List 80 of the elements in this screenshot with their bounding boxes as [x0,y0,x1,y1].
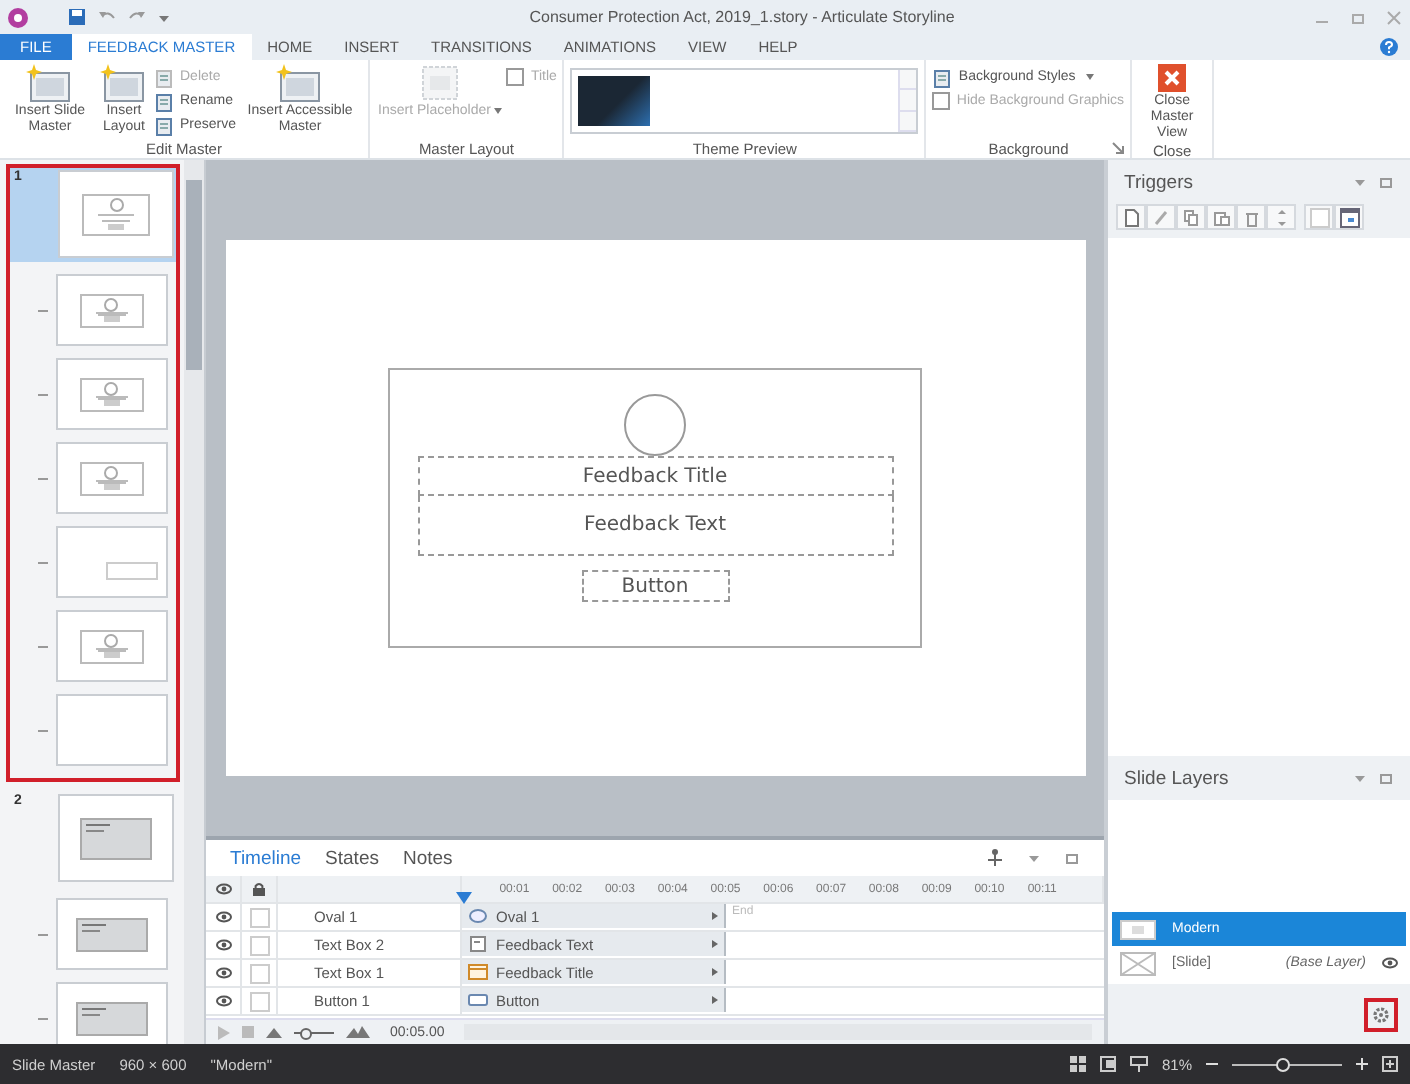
normal-view-icon[interactable] [1099,1056,1116,1072]
trash-icon[interactable] [1241,207,1261,227]
gallery-scrollbar [898,70,917,132]
restore-icon[interactable] [1064,850,1080,866]
close-icon[interactable] [1386,9,1402,25]
feedback-title-box: Feedback Title [417,456,893,496]
slide-button[interactable]: Button [581,570,729,602]
play-icon[interactable] [218,1025,230,1039]
feedback-text-box: Feedback Text [417,496,893,556]
copy-icon[interactable] [1181,207,1201,227]
lock-toggle[interactable] [249,907,269,927]
layer-thumbnail-icon [1120,919,1156,939]
master-thumbnail [58,794,174,882]
eye-icon[interactable] [215,994,231,1008]
caret-icon[interactable] [1354,176,1366,188]
slide-layout-icon [100,64,148,102]
lock-icon[interactable] [252,882,266,896]
oval-shape [624,394,686,456]
grid-view-icon[interactable] [1069,1056,1086,1072]
window-title: Consumer Protection Act, 2019_1.story - Articulate Storyline [527,8,957,26]
preview-icon[interactable] [1129,1056,1148,1072]
eye-icon[interactable] [1382,956,1398,970]
layout-thumbnail[interactable] [56,898,168,970]
layout-thumbnail[interactable] [56,358,168,430]
layout-thumbnail[interactable] [56,442,168,514]
eye-icon[interactable] [215,882,231,896]
new-page-icon[interactable] [1121,207,1141,227]
layout-thumbnail[interactable] [56,982,168,1044]
fit-icon[interactable] [1382,1056,1398,1072]
title-box-icon [468,964,488,980]
caret-icon[interactable] [1354,772,1366,784]
launcher-icon[interactable] [1112,142,1125,154]
eye-icon[interactable] [215,938,231,952]
layout-thumbnail[interactable] [56,610,168,682]
layout-thumbnail[interactable] [56,694,168,766]
timeline-tab[interactable]: Timeline [230,847,302,869]
document-icon [154,91,174,111]
document-icon [154,115,174,135]
panel-title: Slide Layers [1124,767,1231,789]
zoom-out-icon[interactable] [266,1027,282,1037]
master-thumbnail [58,170,174,258]
theme-thumbnail [578,76,651,126]
plus-icon[interactable] [1356,1058,1368,1070]
gear-icon [1372,1005,1390,1023]
lock-toggle[interactable] [249,963,269,983]
eye-icon[interactable] [215,966,231,980]
caret-icon[interactable] [158,11,170,23]
slide-layout-icon [26,64,74,102]
empty-slide-icon [1120,951,1156,975]
window-icon[interactable] [1339,207,1359,227]
slide-layout-icon [276,64,325,102]
restore-icon[interactable] [1350,9,1366,25]
playhead-icon[interactable] [456,892,472,904]
save-icon[interactable] [68,8,86,26]
document-icon [932,67,953,87]
button-icon [468,992,488,1008]
restore-icon[interactable] [1378,174,1394,190]
paste-icon[interactable] [1211,207,1231,227]
timeline-tab[interactable]: Notes [402,847,453,869]
oval-icon [468,908,488,924]
restore-icon[interactable] [1378,770,1394,786]
app-logo-icon[interactable] [8,7,28,27]
lock-toggle[interactable] [249,935,269,955]
eye-icon[interactable] [215,910,231,924]
zoom-thumb[interactable] [300,1027,312,1039]
timeline-tab[interactable]: States [325,847,379,869]
text-box-icon [468,936,488,952]
panel-title: Triggers [1124,171,1195,193]
anchor-icon[interactable] [986,848,1004,868]
caret-icon[interactable] [1028,852,1040,864]
help-icon[interactable] [1380,38,1398,56]
lock-toggle[interactable] [249,991,269,1011]
blank-square-icon[interactable] [1309,207,1329,227]
pencil-icon[interactable] [1151,207,1171,227]
settings-button[interactable] [1364,997,1398,1031]
layout-thumbnail[interactable] [56,526,168,598]
minus-icon[interactable] [1206,1058,1218,1070]
layout-thumbnail[interactable] [56,274,168,346]
zoom-in-icon[interactable] [346,1026,370,1038]
document-icon [154,67,174,87]
